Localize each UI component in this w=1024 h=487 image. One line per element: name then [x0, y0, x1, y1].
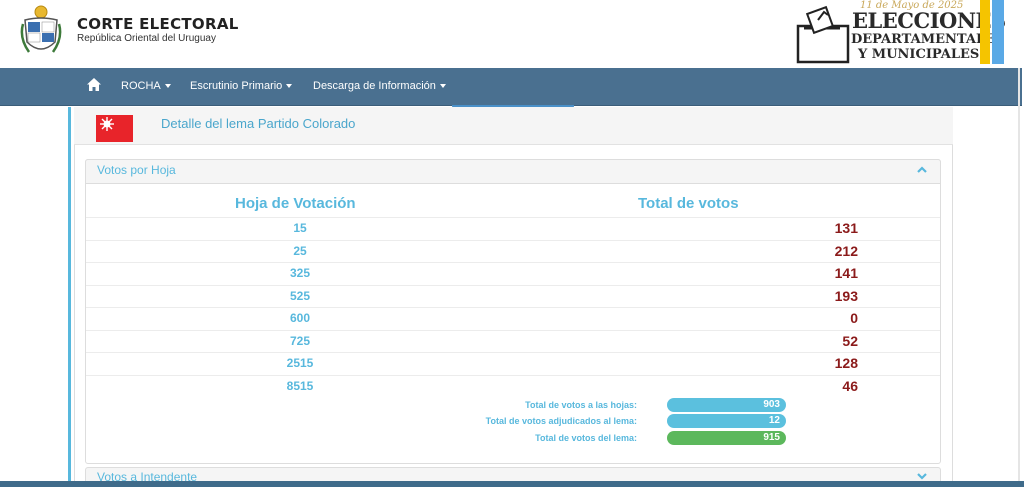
hoja-number: 8515	[286, 378, 314, 393]
row-divider	[86, 307, 940, 308]
nav-item-escrutinio-primario[interactable]: Escrutinio Primario	[190, 80, 293, 92]
total-votos: 131	[834, 220, 858, 236]
banner-stripe-blue	[992, 0, 1004, 64]
row-divider	[86, 374, 940, 376]
main-navbar: ROCHA Escrutinio Primario Descarga de In…	[0, 68, 1022, 106]
partido-colorado-flag-icon	[96, 115, 133, 142]
banner-stripe-yellow	[980, 0, 990, 64]
scrollbar-track[interactable]	[1018, 68, 1020, 487]
hoja-number: 2515	[286, 356, 314, 370]
nav-item-descarga-informacion[interactable]: Descarga de Información	[313, 80, 446, 92]
site-header: CORTE ELECTORAL República Oriental del U…	[0, 0, 1024, 68]
row-divider	[86, 329, 940, 331]
caret-down-icon	[286, 84, 293, 89]
hoja-number: 725	[289, 333, 311, 348]
total-votos: 141	[834, 265, 858, 281]
row-divider	[86, 217, 940, 218]
column-header-hoja: Hoja de Votación	[235, 195, 356, 212]
hoja-number: 525	[289, 288, 311, 303]
summary-value-badge: 12	[667, 414, 786, 428]
left-accent-line	[68, 107, 71, 487]
election-subtitle-2: Y MUNICIPALES	[858, 47, 980, 62]
chevron-down-icon[interactable]	[917, 473, 927, 480]
hoja-number: 25	[293, 243, 307, 258]
votos-por-hoja-header[interactable]	[85, 159, 941, 184]
nav-item-rocha[interactable]: ROCHA	[121, 80, 171, 92]
caret-down-icon	[439, 84, 446, 89]
summary-value-badge: 903	[667, 398, 786, 412]
summary-label: Total de votos adjudicados al lema:	[485, 416, 637, 426]
row-divider	[86, 239, 940, 241]
nav-item-label: Descarga de Información	[313, 80, 436, 92]
total-votos: 52	[842, 332, 858, 349]
votos-por-hoja-title: Votos por Hoja	[97, 163, 176, 177]
summary-value-badge: 915	[667, 431, 786, 445]
row-divider	[86, 352, 940, 353]
summary-label: Total de votos a las hojas:	[525, 400, 637, 410]
hoja-number: 325	[289, 266, 311, 280]
row-divider	[86, 262, 940, 263]
bottom-bar	[0, 481, 1024, 487]
total-votos: 212	[834, 242, 858, 259]
total-votos: 128	[834, 355, 858, 371]
total-votos: 0	[850, 310, 858, 326]
row-divider	[86, 284, 940, 286]
nav-item-label: Escrutinio Primario	[190, 80, 283, 92]
hoja-number: 15	[293, 221, 307, 235]
hoja-number: 600	[289, 311, 311, 325]
chevron-up-icon[interactable]	[917, 166, 927, 173]
caret-down-icon	[164, 84, 171, 89]
brand-subtitle: República Oriental del Uruguay	[77, 33, 216, 44]
column-header-total: Total de votos	[638, 195, 739, 212]
home-icon[interactable]	[87, 78, 101, 91]
lema-title: Detalle del lema Partido Colorado	[161, 116, 356, 131]
brand-title: CORTE ELECTORAL	[77, 15, 239, 33]
total-votos: 193	[834, 287, 858, 304]
uruguay-coat-of-arms-icon[interactable]	[19, 4, 63, 60]
summary-label: Total de votos del lema:	[535, 433, 637, 443]
total-votos: 46	[842, 377, 858, 394]
nav-item-label: ROCHA	[121, 80, 161, 92]
